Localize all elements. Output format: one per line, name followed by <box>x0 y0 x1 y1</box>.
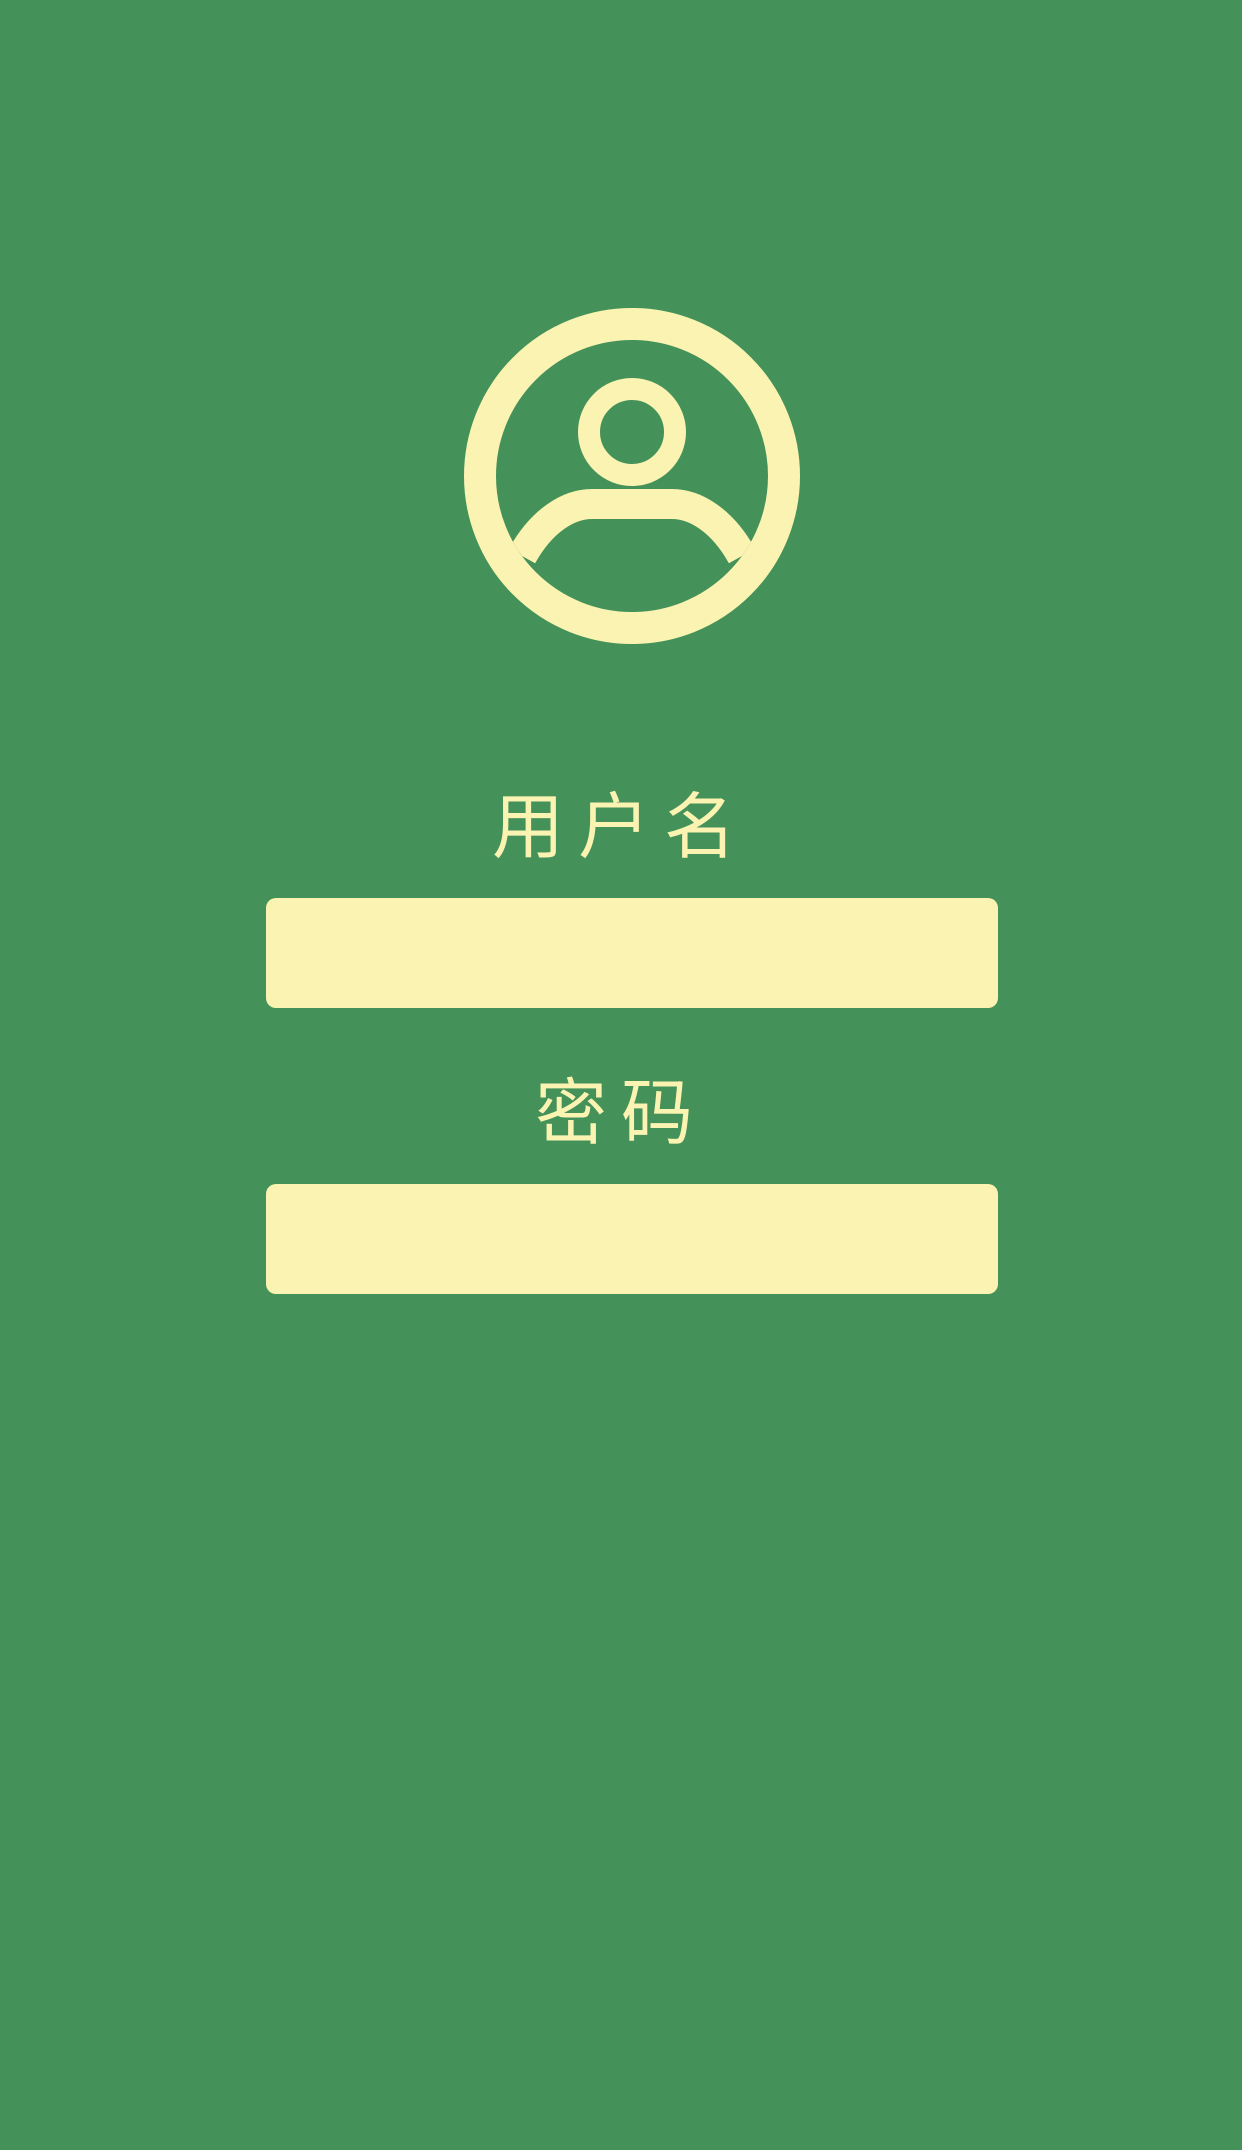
user-avatar-icon <box>464 308 800 644</box>
login-screen: 用户名 密码 <box>0 0 1242 2150</box>
username-input[interactable] <box>266 898 998 1008</box>
username-label: 用户名 <box>491 785 750 869</box>
password-input[interactable] <box>266 1184 998 1294</box>
password-label: 密码 <box>534 1071 707 1155</box>
